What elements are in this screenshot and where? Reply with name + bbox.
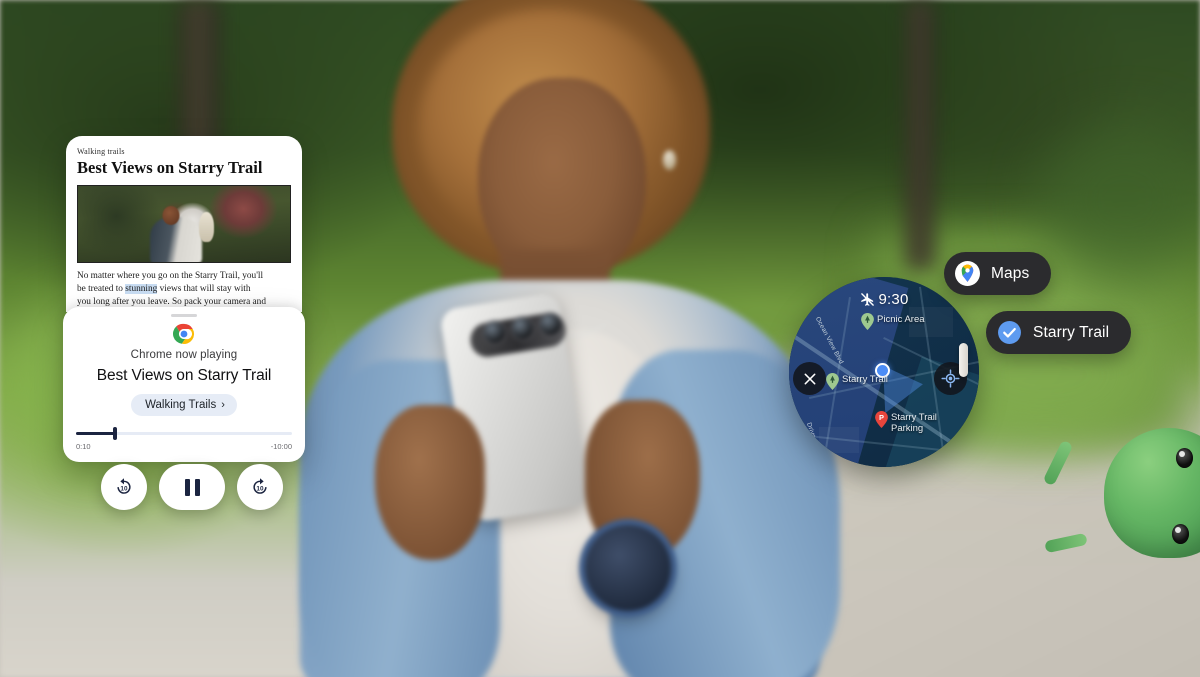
park-pin-icon	[861, 313, 874, 330]
play-pause-button[interactable]	[159, 464, 225, 510]
earring	[663, 150, 676, 170]
chrome-icon	[173, 323, 195, 345]
svg-text:P: P	[879, 413, 884, 422]
person-hand-left	[375, 405, 485, 560]
article-body-line-3: you long after you leave. So pack your c…	[77, 297, 266, 308]
article-body-line-1: No matter where you go on the Starry Tra…	[77, 271, 264, 282]
sheet-drag-handle[interactable]	[171, 314, 197, 317]
scrubber-fill	[76, 432, 115, 435]
article-image-figure-head	[198, 212, 214, 243]
watch-crown-button[interactable]	[959, 343, 968, 377]
chevron-right-icon: ›	[221, 398, 225, 411]
park-pin-icon	[826, 373, 839, 390]
scrubber-handle[interactable]	[112, 427, 117, 440]
pill-label: Maps	[991, 264, 1030, 282]
close-icon	[804, 373, 815, 384]
playback-scrubber[interactable]	[76, 427, 292, 440]
transport-controls: 10 10	[101, 464, 283, 510]
forward-10-icon: 10	[253, 478, 267, 494]
poi-label: Picnic Area	[877, 314, 925, 325]
watch-clock: 9:30	[789, 291, 979, 308]
tree-trunk	[905, 0, 935, 270]
article-hero-image	[77, 185, 291, 264]
poi-picnic-area[interactable]: Picnic Area	[861, 313, 925, 330]
media-player-card[interactable]: Chrome now playing Best Views on Starry …	[63, 307, 305, 462]
camera-lens	[484, 322, 505, 343]
rewind-10-button[interactable]: 10	[101, 464, 147, 510]
elapsed-time: 0:10	[76, 442, 91, 451]
pill-starry-trail[interactable]: Starry Trail	[986, 311, 1132, 354]
replay-10-icon: 10	[117, 478, 131, 494]
airplane-offline-icon	[860, 293, 874, 306]
now-playing-status: Chrome now playing	[130, 349, 238, 361]
close-button[interactable]	[793, 362, 826, 395]
track-title: Best Views on Starry Trail	[96, 367, 272, 384]
article-headline: Best Views on Starry Trail	[77, 158, 263, 177]
pill-label: Starry Trail	[1033, 323, 1110, 341]
source-chip-label: Walking Trails	[145, 399, 217, 411]
android-bot-eye	[1176, 448, 1193, 468]
my-location-icon	[941, 369, 960, 388]
article-body-line-2a: be treated to	[77, 284, 126, 295]
article-kicker: Walking trails	[77, 147, 125, 156]
source-chip[interactable]: Walking Trails ›	[131, 394, 237, 416]
camera-lens	[512, 318, 533, 339]
svg-text:10: 10	[256, 485, 264, 492]
pause-icon	[184, 478, 200, 496]
camera-lens	[540, 314, 561, 335]
article-highlighted-word[interactable]: stunning	[125, 284, 158, 295]
parking-pin-icon: P	[875, 411, 888, 428]
wrist-smartwatch	[585, 525, 671, 611]
article-image-figure-head	[162, 206, 180, 226]
android-bot-eye	[1172, 524, 1189, 544]
map-block	[819, 427, 859, 453]
blue-check-icon	[998, 321, 1021, 344]
poi-starry-trail-parking[interactable]: P Starry Trail Parking	[875, 411, 937, 434]
watch-time-text: 9:30	[878, 291, 909, 308]
poi-starry-trail[interactable]: Starry Trail	[826, 373, 888, 390]
foliage-blob	[1040, 120, 1200, 280]
google-maps-icon	[955, 261, 980, 286]
svg-text:10: 10	[120, 485, 128, 492]
pill-maps[interactable]: Maps	[944, 252, 1052, 295]
article-body-line-2b: views that will stay with	[157, 284, 251, 295]
poi-label: Starry Trail	[842, 374, 888, 385]
article-card[interactable]: Walking trails Best Views on Starry Trai…	[66, 136, 302, 312]
poi-label: Starry Trail Parking	[891, 412, 937, 434]
smartwatch-screen[interactable]: Ocean View Blvd Drive 9:30 Picnic Area S…	[789, 277, 979, 467]
forward-10-button[interactable]: 10	[237, 464, 283, 510]
scrubber-times: 0:10 -10:00	[76, 442, 292, 451]
article-body: No matter where you go on the Starry Tra…	[77, 270, 291, 308]
remaining-time: -10:00	[270, 442, 292, 451]
